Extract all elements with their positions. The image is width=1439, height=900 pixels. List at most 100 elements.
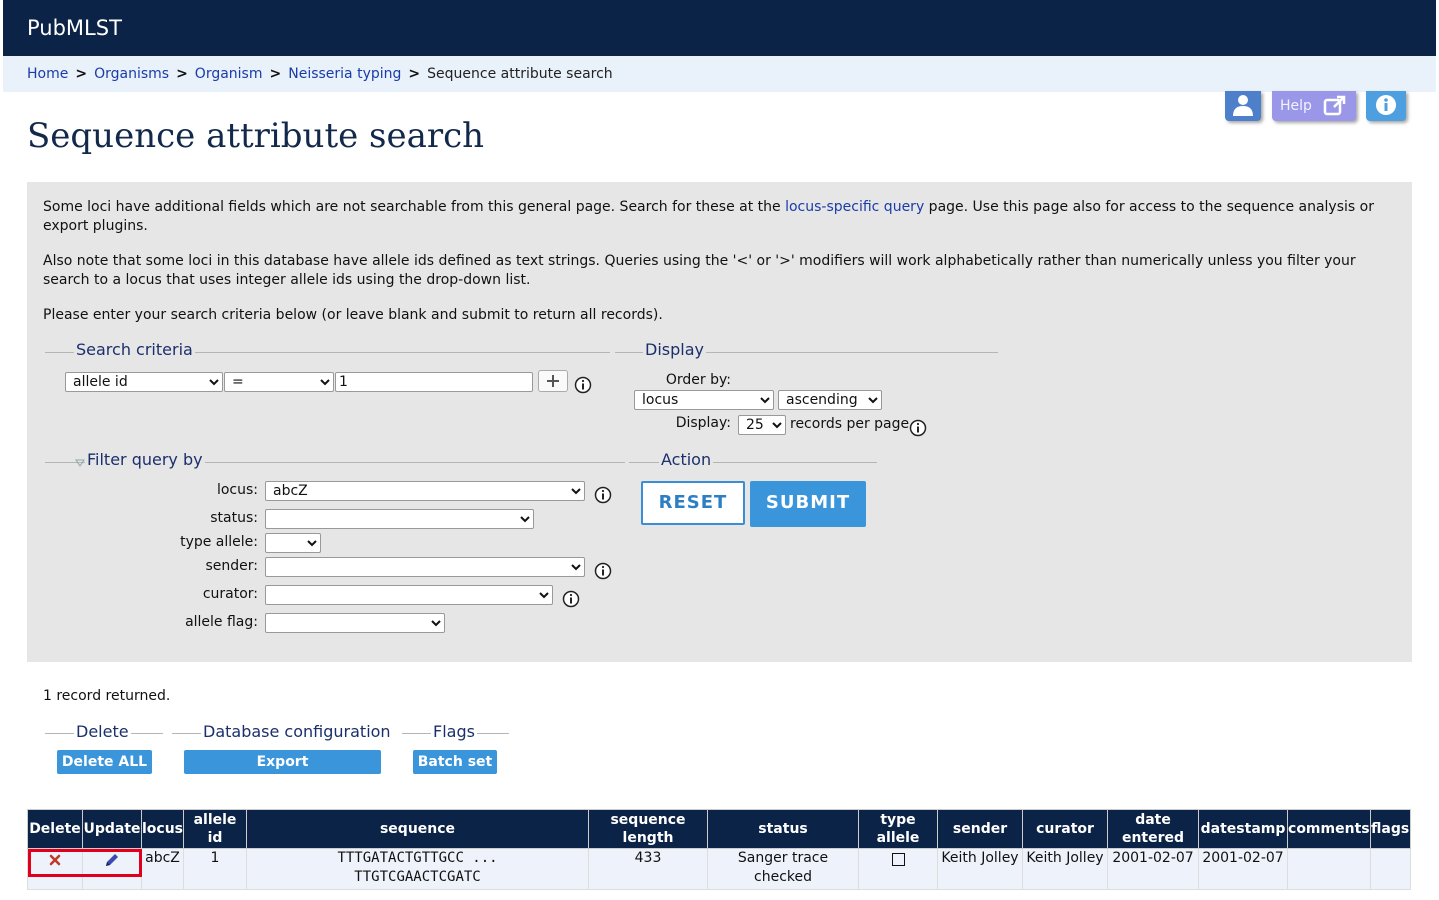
search-criteria-legend: Search criteria bbox=[74, 340, 195, 359]
type-allele-filter-label: type allele: bbox=[180, 534, 258, 550]
results-table: Delete Update locus allele id sequence s… bbox=[27, 809, 1411, 890]
intro-paragraph-3: Please enter your search criteria below … bbox=[43, 307, 663, 323]
column-header-curator: curator bbox=[1022, 809, 1109, 849]
external-link-icon bbox=[1323, 95, 1346, 116]
order-by-select[interactable]: locus bbox=[634, 390, 774, 410]
delete-all-button[interactable]: Delete ALL bbox=[57, 750, 152, 774]
column-header-sequence: sequence bbox=[246, 809, 590, 849]
sequence-length-cell: 433 bbox=[588, 848, 709, 890]
batch-set-button[interactable]: Batch set bbox=[413, 750, 497, 774]
column-header-datestamp: datestamp bbox=[1198, 809, 1289, 849]
comments-cell bbox=[1287, 848, 1371, 890]
search-field-select[interactable]: allele id bbox=[65, 372, 223, 392]
sender-filter-select[interactable] bbox=[265, 557, 585, 577]
breadcrumb-neisseria-typing[interactable]: Neisseria typing bbox=[288, 66, 401, 82]
sequence-line-2: TTGTCGAACTCGATC bbox=[354, 869, 481, 885]
intro-paragraph-1: Some loci have additional fields which a… bbox=[43, 198, 1398, 236]
curator-filter-label: curator: bbox=[202, 586, 258, 602]
allele-flag-filter-select[interactable] bbox=[265, 613, 445, 633]
breadcrumb-current: Sequence attribute search bbox=[427, 66, 613, 82]
collapse-triangle-icon[interactable] bbox=[75, 458, 85, 468]
sender-cell: Keith Jolley bbox=[937, 848, 1024, 890]
highlight-annotation-box bbox=[28, 849, 142, 877]
allele-id-cell: 1 bbox=[183, 848, 248, 890]
column-header-date-entered: date entered bbox=[1107, 809, 1200, 849]
search-value-input[interactable] bbox=[335, 372, 533, 392]
info-icon[interactable] bbox=[594, 486, 612, 504]
type-allele-cell bbox=[858, 848, 939, 890]
curator-filter-select[interactable] bbox=[265, 585, 553, 605]
display-legend: Display bbox=[643, 340, 706, 359]
records-per-page-select[interactable]: 25 bbox=[738, 415, 786, 435]
breadcrumb-organism[interactable]: Organism bbox=[195, 66, 263, 82]
sequence-line-1: TTTGATACTGTTGCC ... bbox=[337, 850, 498, 866]
column-header-update: Update bbox=[82, 809, 142, 849]
column-header-status: status bbox=[707, 809, 860, 849]
locus-specific-query-link[interactable]: locus-specific query bbox=[785, 199, 924, 215]
breadcrumb-organisms[interactable]: Organisms bbox=[94, 66, 169, 82]
top-header: PubMLST bbox=[3, 0, 1436, 56]
user-account-button[interactable] bbox=[1225, 91, 1261, 121]
column-header-comments: comments bbox=[1287, 809, 1371, 849]
type-allele-filter-select[interactable] bbox=[265, 533, 321, 553]
column-header-type-allele: type allele bbox=[858, 809, 939, 849]
site-title[interactable]: PubMLST bbox=[27, 16, 122, 40]
order-by-label: Order by: bbox=[665, 372, 731, 388]
status-filter-select[interactable] bbox=[265, 509, 534, 529]
column-header-delete: Delete bbox=[27, 809, 83, 849]
column-header-allele-id: allele id bbox=[183, 809, 248, 849]
plus-icon bbox=[547, 375, 559, 387]
page-info-button[interactable] bbox=[1366, 91, 1406, 121]
datestamp-cell: 2001-02-07 bbox=[1198, 848, 1289, 890]
user-icon bbox=[1233, 95, 1253, 116]
add-criteria-button[interactable] bbox=[538, 370, 568, 392]
submit-button[interactable]: SUBMIT bbox=[750, 481, 866, 527]
column-header-locus: locus bbox=[140, 809, 185, 849]
breadcrumb-separator: > bbox=[408, 66, 421, 82]
record-count: 1 record returned. bbox=[43, 688, 171, 704]
status-filter-label: status: bbox=[210, 510, 258, 526]
table-row: abcZ 1 TTTGATACTGTTGCC ... TTGTCGAACTCGA… bbox=[27, 848, 1411, 890]
sequence-cell: TTTGATACTGTTGCC ... TTGTCGAACTCGATC bbox=[246, 848, 590, 890]
breadcrumb-separator: > bbox=[176, 66, 188, 82]
export-configuration-button[interactable]: Export configuration/data bbox=[184, 750, 381, 794]
flags-cell bbox=[1369, 848, 1411, 890]
delete-legend: Delete bbox=[74, 722, 131, 741]
info-icon[interactable] bbox=[574, 376, 592, 394]
breadcrumb: Home > Organisms > Organism > Neisseria typing… bbox=[3, 56, 1436, 92]
type-allele-checkbox-icon bbox=[891, 853, 905, 866]
table-header-row: Delete Update locus allele id sequence s… bbox=[27, 809, 1411, 849]
curator-cell: Keith Jolley bbox=[1022, 848, 1109, 890]
breadcrumb-separator: > bbox=[75, 66, 88, 82]
flags-legend: Flags bbox=[431, 722, 477, 741]
status-cell: Sanger trace checked bbox=[707, 848, 860, 890]
column-header-flags: flags bbox=[1369, 809, 1411, 849]
locus-filter-label: locus: bbox=[216, 482, 258, 498]
records-per-page-label: records per page bbox=[790, 416, 910, 432]
breadcrumb-home[interactable]: Home bbox=[27, 66, 68, 82]
breadcrumb-separator: > bbox=[269, 66, 282, 82]
database-configuration-legend: Database configuration bbox=[201, 722, 393, 741]
display-label: Display: bbox=[675, 415, 731, 431]
info-icon bbox=[1376, 95, 1396, 115]
date-entered-cell: 2001-02-07 bbox=[1107, 848, 1200, 890]
allele-flag-filter-label: allele flag: bbox=[185, 614, 258, 630]
intro-paragraph-2: Also note that some loci in this databas… bbox=[43, 253, 1356, 288]
action-legend: Action bbox=[659, 450, 714, 469]
sort-direction-select[interactable]: ascending bbox=[778, 390, 882, 410]
page-title: Sequence attribute search bbox=[27, 116, 485, 156]
filter-legend: Filter query by bbox=[85, 450, 205, 469]
column-header-sequence-length: sequence length bbox=[588, 809, 709, 849]
info-icon[interactable] bbox=[562, 590, 580, 608]
column-header-sender: sender bbox=[937, 809, 1024, 849]
search-panel: Some loci have additional fields which a… bbox=[27, 182, 1412, 662]
locus-filter-select[interactable]: abcZ bbox=[265, 481, 585, 501]
intro-text: Some loci have additional fields which a… bbox=[43, 199, 786, 215]
info-icon[interactable] bbox=[594, 562, 612, 580]
operator-select[interactable]: = bbox=[224, 372, 334, 392]
info-icon[interactable] bbox=[909, 419, 927, 437]
locus-cell: abcZ bbox=[140, 848, 185, 890]
sender-filter-label: sender: bbox=[205, 558, 258, 574]
reset-button[interactable]: RESET bbox=[641, 481, 745, 525]
help-button[interactable]: Help bbox=[1272, 91, 1356, 121]
